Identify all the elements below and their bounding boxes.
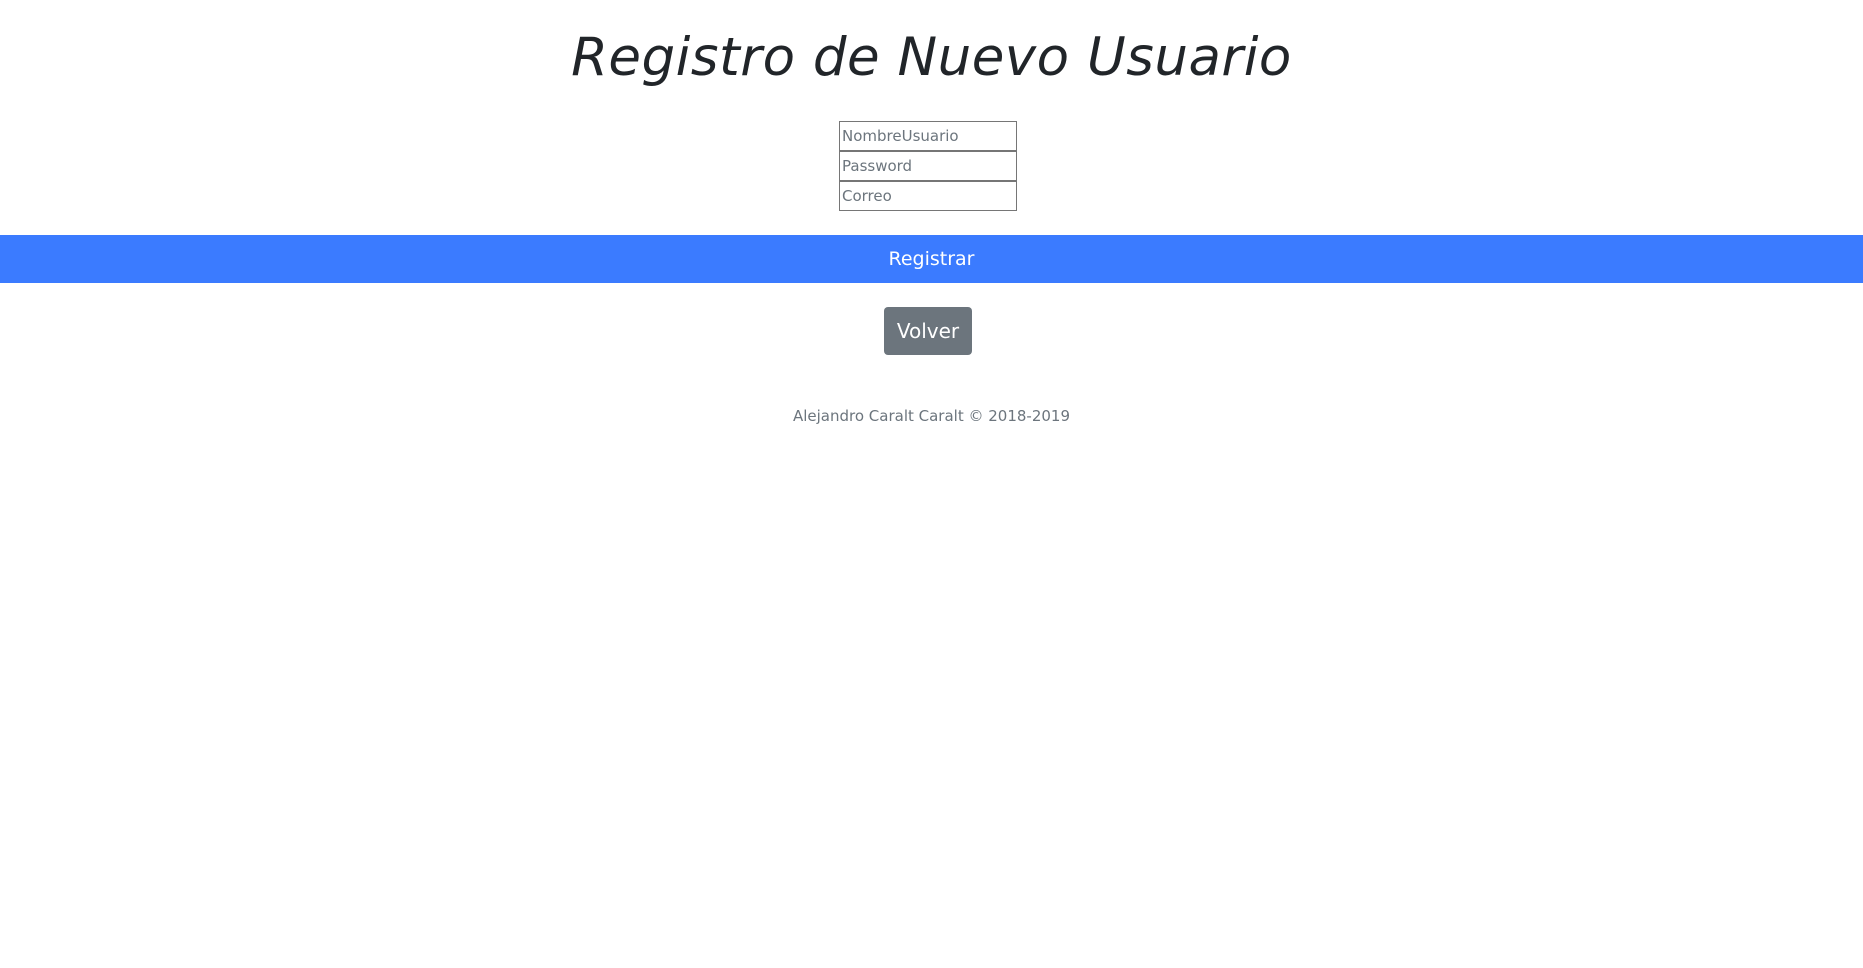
footer-copyright: Alejandro Caralt Caralt © 2018-2019 (792, 407, 1071, 425)
page-title: Registro de Nuevo Usuario (571, 27, 1292, 88)
back-button[interactable]: Volver (884, 307, 972, 355)
register-button[interactable]: Registrar (0, 235, 1863, 283)
password-input[interactable] (839, 151, 1017, 181)
registration-form (839, 121, 1017, 211)
username-input[interactable] (839, 121, 1017, 151)
email-input[interactable] (839, 181, 1017, 211)
registration-page: Registro de Nuevo Usuario Registrar Volv… (0, 0, 1863, 968)
